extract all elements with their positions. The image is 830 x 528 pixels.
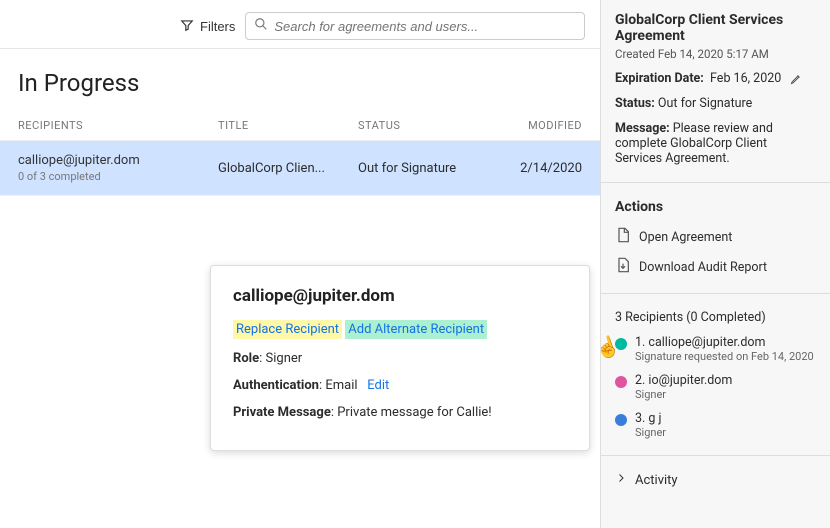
activity-label: Activity	[635, 473, 678, 488]
divider	[0, 48, 600, 49]
recipient-label: 1. calliope@jupiter.dom	[635, 335, 814, 350]
recipients-summary: 3 Recipients (0 Completed)	[615, 310, 816, 325]
recipient-item[interactable]: 2. io@jupiter.dom Signer	[615, 373, 816, 401]
card-title: calliope@jupiter.dom	[233, 286, 567, 306]
filters-button[interactable]: Filters	[180, 18, 235, 35]
recipient-item[interactable]: 3. g j Signer	[615, 411, 816, 439]
status-dot-icon	[615, 414, 627, 426]
recipient-label: 3. g j	[635, 411, 666, 426]
col-modified: MODIFIED	[508, 119, 582, 132]
filter-icon	[180, 18, 194, 35]
row-recipient-sub: 0 of 3 completed	[18, 170, 218, 183]
page-title: In Progress	[0, 59, 600, 111]
search-field[interactable]	[245, 12, 585, 40]
actions-heading: Actions	[615, 199, 816, 215]
pm-value: Private message for Callie!	[337, 405, 491, 420]
download-audit-label: Download Audit Report	[639, 260, 767, 275]
status-dot-icon	[615, 376, 627, 388]
recipient-sub: Signer	[635, 388, 732, 401]
table-row[interactable]: calliope@jupiter.dom 0 of 3 completed Gl…	[0, 141, 600, 196]
edit-icon[interactable]	[790, 73, 802, 85]
status-label: Status:	[615, 96, 655, 111]
download-audit-action[interactable]: Download Audit Report	[615, 257, 816, 277]
open-agreement-action[interactable]: Open Agreement	[615, 227, 816, 247]
download-icon	[615, 257, 631, 277]
expiration-value: Feb 16, 2020	[710, 71, 781, 86]
recipient-sub: Signature requested on Feb 14, 2020	[635, 350, 814, 363]
pm-label: Private Message	[233, 405, 331, 420]
status-dot-icon	[615, 338, 627, 350]
auth-edit-link[interactable]: Edit	[367, 378, 389, 393]
search-icon	[254, 17, 268, 35]
col-status: STATUS	[358, 119, 508, 132]
status-value: Out for Signature	[658, 96, 752, 111]
recipient-sub: Signer	[635, 426, 666, 439]
agreement-created: Created Feb 14, 2020 5:17 AM	[615, 47, 816, 61]
recipient-item[interactable]: ☝ 1. calliope@jupiter.dom Signature requ…	[615, 335, 816, 363]
auth-label: Authentication	[233, 378, 319, 393]
add-alternate-recipient-link[interactable]: Add Alternate Recipient	[345, 320, 487, 339]
row-title: GlobalCorp Clien...	[218, 161, 358, 176]
col-title: TITLE	[218, 119, 358, 132]
recipient-label: 2. io@jupiter.dom	[635, 373, 732, 388]
search-input[interactable]	[274, 19, 576, 34]
recipient-detail-card: calliope@jupiter.dom Replace Recipient A…	[210, 265, 590, 451]
chevron-right-icon	[615, 472, 627, 488]
open-agreement-label: Open Agreement	[639, 230, 732, 245]
col-recipients: RECIPIENTS	[18, 119, 218, 132]
row-recipient-email: calliope@jupiter.dom	[18, 153, 218, 168]
filters-label: Filters	[200, 19, 235, 34]
message-label: Message:	[615, 121, 670, 136]
role-label: Role	[233, 351, 259, 366]
replace-recipient-link[interactable]: Replace Recipient	[233, 320, 342, 339]
row-status: Out for Signature	[358, 161, 508, 176]
auth-value: Email	[325, 378, 357, 393]
table-header: RECIPIENTS TITLE STATUS MODIFIED	[0, 111, 600, 141]
activity-toggle[interactable]: Activity	[615, 472, 816, 488]
expiration-label: Expiration Date:	[615, 71, 704, 86]
side-panel: GlobalCorp Client Services Agreement Cre…	[600, 0, 830, 528]
row-modified: 2/14/2020	[508, 161, 582, 176]
agreement-title: GlobalCorp Client Services Agreement	[615, 12, 816, 44]
role-value: Signer	[266, 351, 303, 366]
document-icon	[615, 227, 631, 247]
